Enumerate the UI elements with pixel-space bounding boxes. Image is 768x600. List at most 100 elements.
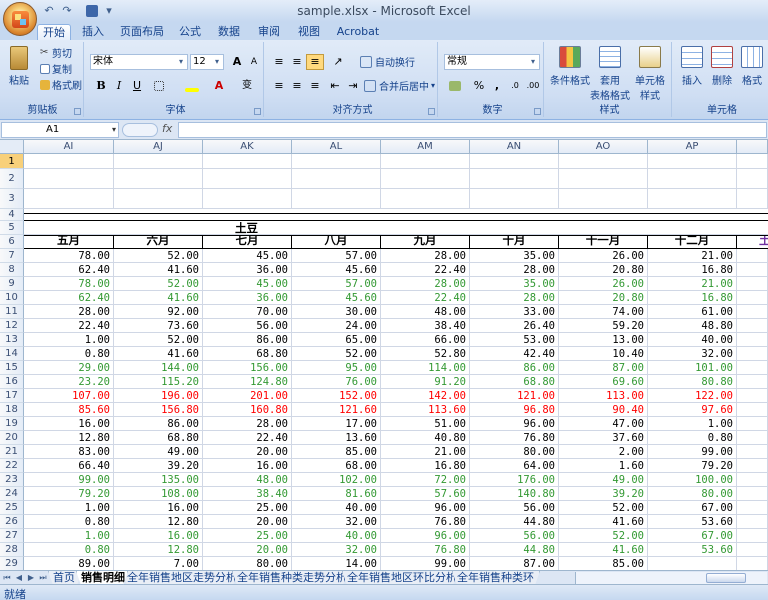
number-format-combo[interactable]: 常规 ▾ bbox=[444, 54, 540, 70]
column-header[interactable]: AI bbox=[24, 140, 114, 154]
empty-cell[interactable] bbox=[114, 189, 203, 209]
tab-acrobat[interactable]: Acrobat bbox=[334, 24, 382, 40]
column-header[interactable]: AN bbox=[470, 140, 559, 154]
font-color-button[interactable]: A bbox=[208, 78, 230, 94]
data-cell[interactable]: 122.00 bbox=[648, 389, 737, 403]
data-cell[interactable]: 40.00 bbox=[292, 529, 381, 543]
data-cell[interactable]: 87.00 bbox=[559, 361, 648, 375]
empty-cell[interactable] bbox=[648, 189, 737, 209]
data-cell[interactable]: 90.40 bbox=[559, 403, 648, 417]
row-header[interactable]: 21 bbox=[0, 445, 24, 459]
data-cell[interactable]: 92.00 bbox=[114, 305, 203, 319]
empty-cell[interactable] bbox=[648, 154, 737, 169]
data-cell[interactable]: 95.00 bbox=[292, 361, 381, 375]
conditional-formatting-button[interactable]: 条件格式 bbox=[550, 46, 590, 87]
row-header[interactable]: 23 bbox=[0, 473, 24, 487]
align-right-button[interactable]: ≡ bbox=[306, 78, 324, 94]
data-cell[interactable]: 102.00 bbox=[292, 473, 381, 487]
empty-cell[interactable] bbox=[114, 169, 203, 189]
data-cell[interactable]: 144.00 bbox=[114, 361, 203, 375]
data-cell[interactable]: 62.40 bbox=[24, 263, 114, 277]
empty-cell[interactable] bbox=[648, 169, 737, 189]
column-header[interactable]: AM bbox=[381, 140, 470, 154]
data-cell[interactable]: 38.40 bbox=[381, 319, 470, 333]
data-cell[interactable]: 76.80 bbox=[381, 515, 470, 529]
data-cell[interactable]: 142.00 bbox=[381, 389, 470, 403]
delete-cells-button[interactable]: 删除 bbox=[708, 46, 736, 87]
data-cell[interactable]: 152.00 bbox=[292, 389, 381, 403]
data-cell[interactable]: 68.00 bbox=[292, 459, 381, 473]
data-cell[interactable]: 37.60 bbox=[559, 431, 648, 445]
data-cell[interactable]: 86.00 bbox=[114, 417, 203, 431]
data-cell[interactable]: 28.00 bbox=[381, 277, 470, 291]
data-cell[interactable]: 96.00 bbox=[381, 529, 470, 543]
row-header[interactable]: 25 bbox=[0, 501, 24, 515]
row-header[interactable]: 29 bbox=[0, 557, 24, 570]
data-cell[interactable]: 22.40 bbox=[203, 431, 292, 445]
data-cell[interactable]: 52.00 bbox=[114, 277, 203, 291]
data-cell[interactable]: 67.00 bbox=[648, 501, 737, 515]
empty-cell[interactable] bbox=[737, 417, 768, 431]
tab-insert[interactable]: 插入 bbox=[78, 24, 108, 40]
empty-cell[interactable] bbox=[737, 501, 768, 515]
row-header[interactable]: 26 bbox=[0, 515, 24, 529]
data-cell[interactable]: 80.00 bbox=[203, 557, 292, 570]
next-sheet-icon[interactable]: ▶ bbox=[26, 572, 36, 584]
data-cell[interactable]: 83.00 bbox=[24, 445, 114, 459]
data-cell[interactable]: 156.00 bbox=[203, 361, 292, 375]
data-cell[interactable]: 80.00 bbox=[648, 487, 737, 501]
empty-cell[interactable] bbox=[470, 154, 559, 169]
first-sheet-icon[interactable]: ⏮ bbox=[2, 572, 12, 584]
column-header[interactable]: AL bbox=[292, 140, 381, 154]
data-cell[interactable]: 160.80 bbox=[203, 403, 292, 417]
data-cell[interactable]: 53.60 bbox=[648, 543, 737, 557]
percent-button[interactable]: % bbox=[470, 78, 488, 94]
data-cell[interactable]: 20.80 bbox=[559, 263, 648, 277]
empty-cell[interactable] bbox=[24, 154, 114, 169]
data-cell[interactable]: 41.60 bbox=[114, 263, 203, 277]
data-cell[interactable]: 0.80 bbox=[648, 431, 737, 445]
increase-indent-button[interactable]: ⇥ bbox=[344, 78, 362, 94]
data-cell[interactable]: 45.60 bbox=[292, 291, 381, 305]
data-cell[interactable]: 52.00 bbox=[114, 249, 203, 263]
office-button[interactable] bbox=[3, 2, 37, 36]
data-cell[interactable]: 25.00 bbox=[203, 529, 292, 543]
data-cell[interactable]: 28.00 bbox=[470, 263, 559, 277]
data-cell[interactable]: 16.00 bbox=[203, 459, 292, 473]
accounting-format-button[interactable] bbox=[444, 78, 466, 94]
data-cell[interactable]: 0.80 bbox=[24, 515, 114, 529]
format-as-table-button[interactable]: 套用 表格格式 bbox=[590, 46, 630, 102]
empty-cell[interactable] bbox=[648, 221, 737, 235]
data-cell[interactable]: 51.00 bbox=[381, 417, 470, 431]
align-left-button[interactable]: ≡ bbox=[270, 78, 288, 94]
data-cell[interactable]: 113.00 bbox=[559, 389, 648, 403]
empty-cell[interactable] bbox=[24, 221, 114, 235]
data-cell[interactable]: 66.40 bbox=[24, 459, 114, 473]
data-cell[interactable]: 35.00 bbox=[470, 277, 559, 291]
empty-cell[interactable] bbox=[737, 319, 768, 333]
data-cell[interactable]: 40.80 bbox=[381, 431, 470, 445]
data-cell[interactable]: 56.00 bbox=[470, 529, 559, 543]
data-cell[interactable]: 85.00 bbox=[559, 557, 648, 570]
empty-cell[interactable] bbox=[470, 221, 559, 235]
data-cell[interactable]: 53.60 bbox=[648, 515, 737, 529]
data-cell[interactable]: 1.00 bbox=[24, 333, 114, 347]
data-cell[interactable]: 56.00 bbox=[470, 501, 559, 515]
clipboard-launcher-icon[interactable] bbox=[74, 108, 81, 115]
column-header[interactable]: AO bbox=[559, 140, 648, 154]
data-cell[interactable]: 176.00 bbox=[470, 473, 559, 487]
data-cell[interactable]: 48.00 bbox=[203, 473, 292, 487]
row-header[interactable]: 3 bbox=[0, 189, 24, 209]
data-cell[interactable]: 79.20 bbox=[648, 459, 737, 473]
data-cell[interactable]: 26.00 bbox=[559, 249, 648, 263]
row-header[interactable]: 1 bbox=[0, 154, 24, 169]
pinyin-button[interactable]: 变 bbox=[236, 78, 258, 94]
comma-button[interactable]: , bbox=[488, 78, 506, 94]
data-cell[interactable]: 0.80 bbox=[24, 543, 114, 557]
row-header[interactable]: 19 bbox=[0, 417, 24, 431]
data-cell[interactable]: 20.00 bbox=[203, 445, 292, 459]
data-cell[interactable]: 35.00 bbox=[470, 249, 559, 263]
data-cell[interactable]: 44.80 bbox=[470, 515, 559, 529]
cut-button[interactable]: ✂ 剪切 bbox=[40, 45, 72, 60]
shrink-font-button[interactable]: A bbox=[245, 54, 263, 70]
